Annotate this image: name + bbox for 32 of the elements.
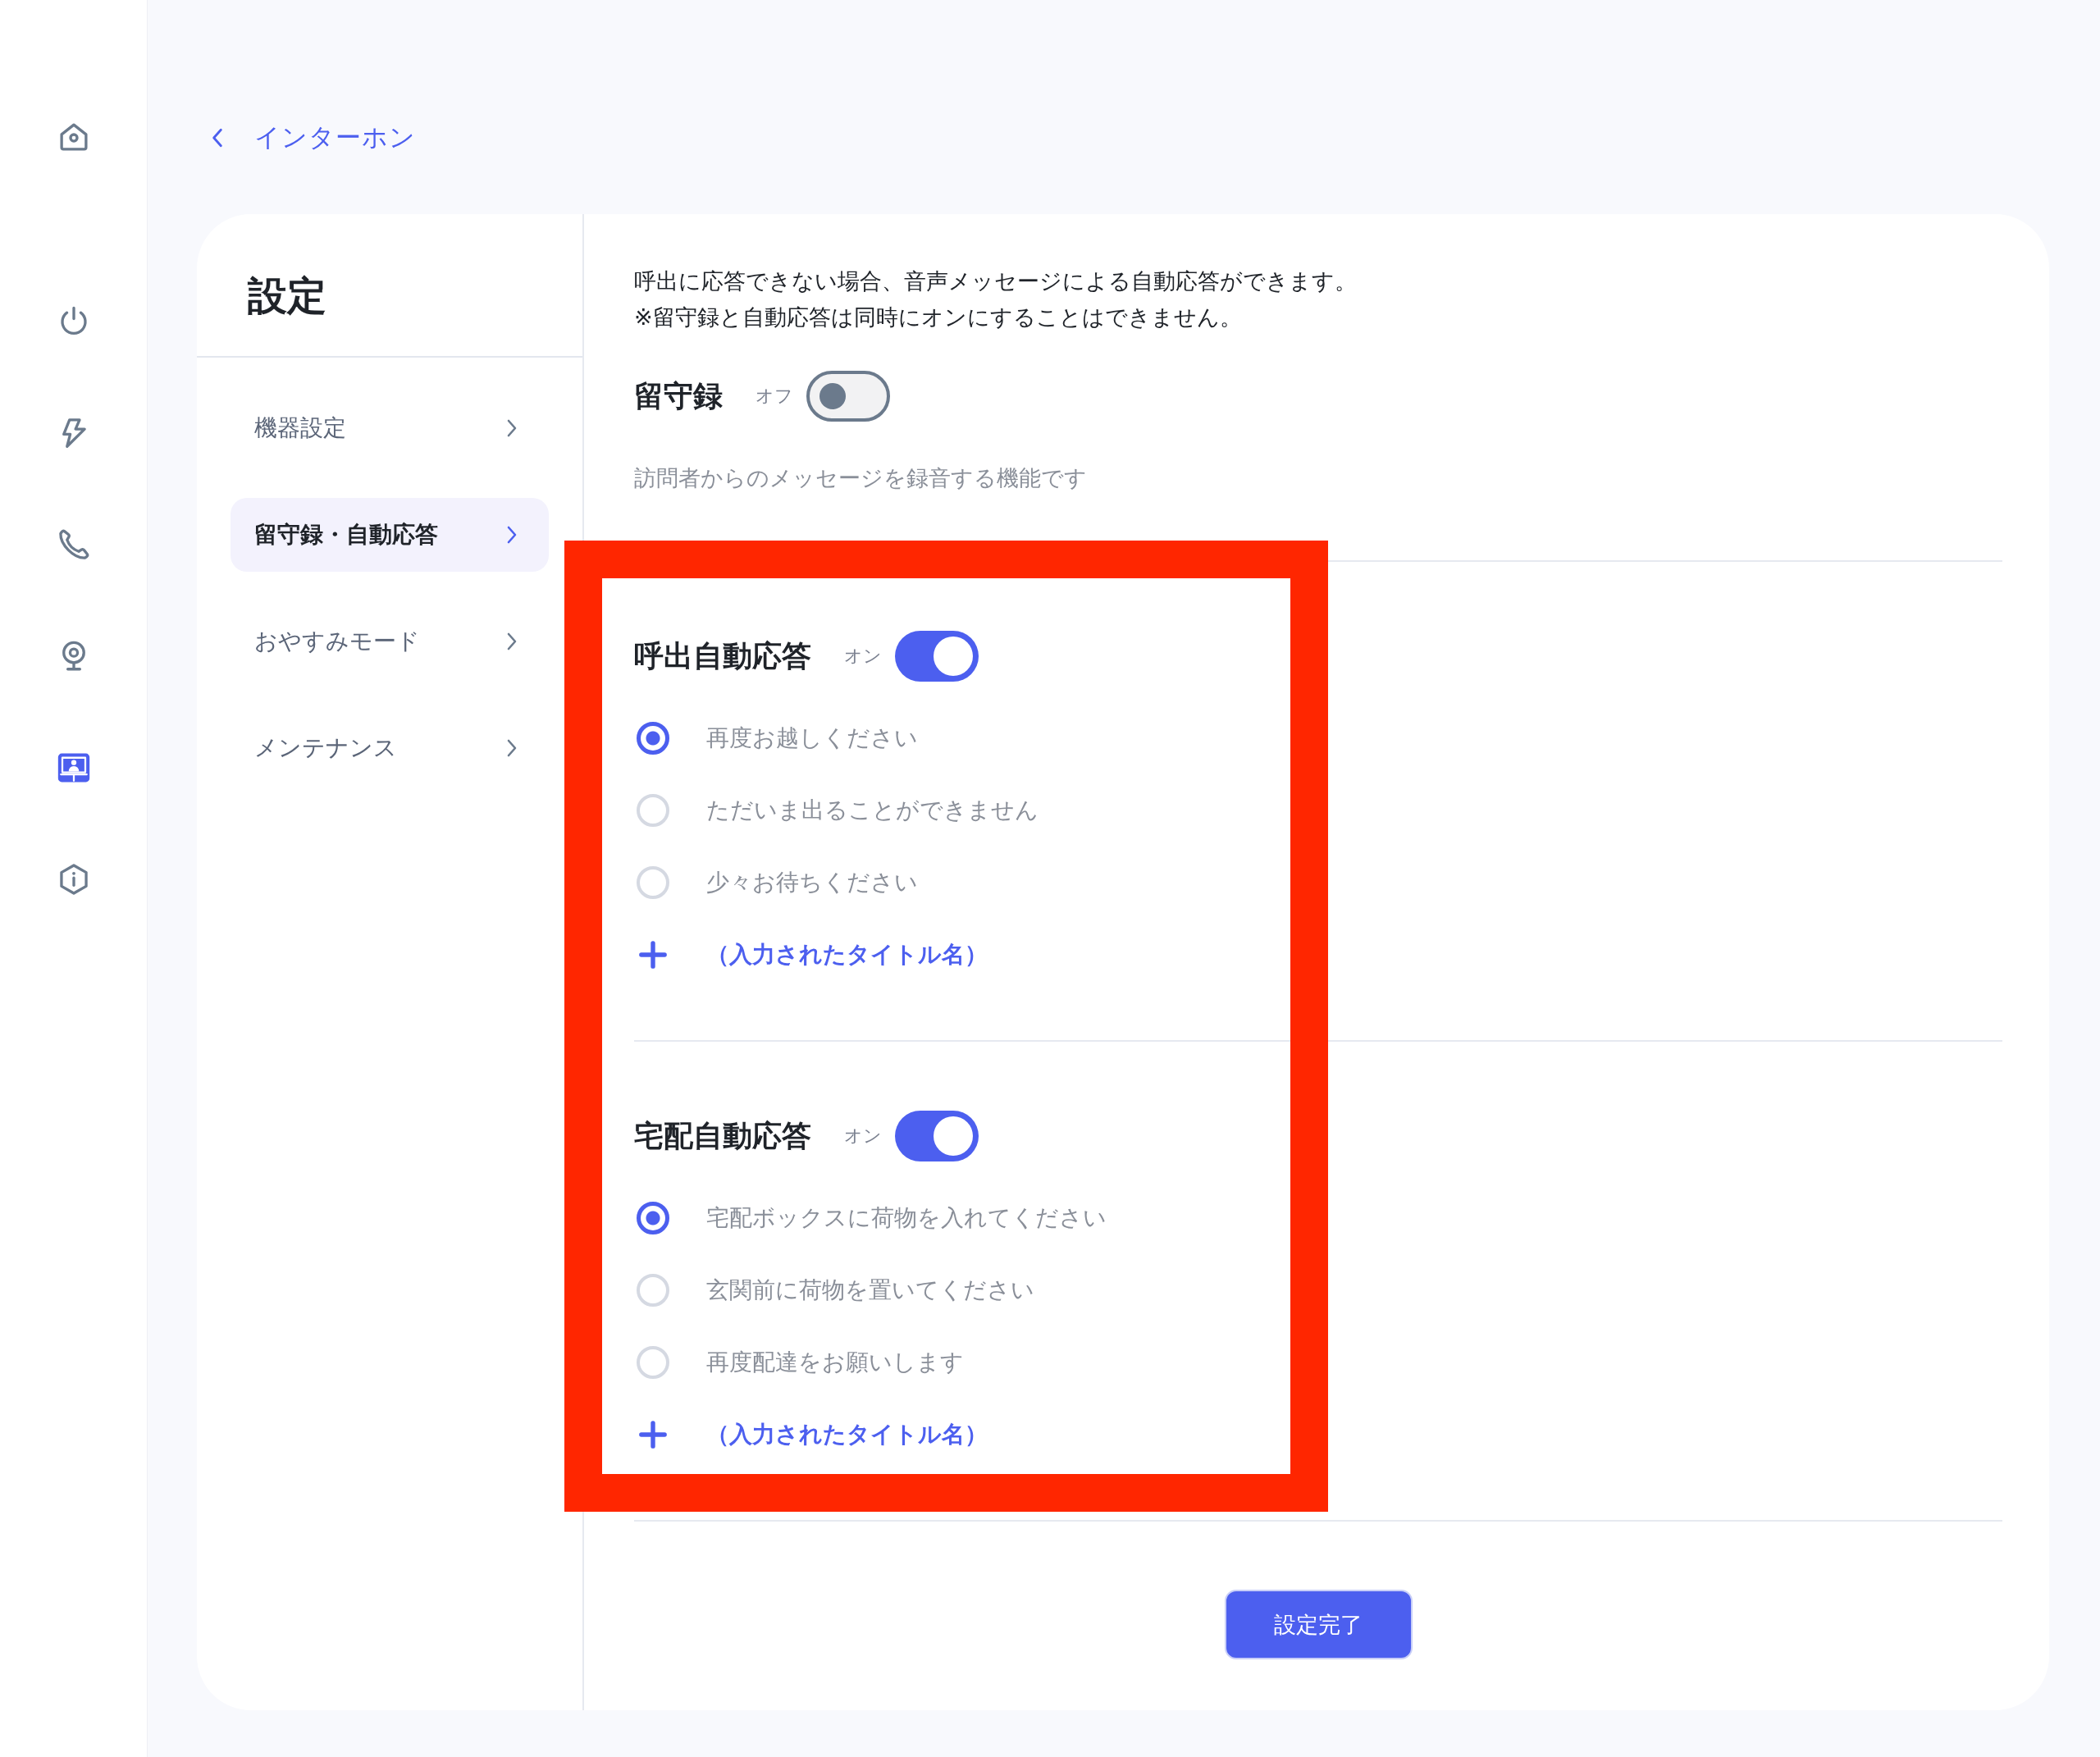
settings-menu-item[interactable]: 留守録・自動応答 (231, 498, 549, 572)
option-label: 玄関前に荷物を置いてください (706, 1276, 1034, 1304)
radio-button[interactable] (637, 722, 669, 755)
radio-button[interactable] (637, 1202, 669, 1234)
helper-text: 訪問者からのメッセージを録音する機能です (634, 465, 1088, 492)
chevron-right-icon (506, 738, 518, 758)
plus-icon[interactable] (639, 941, 667, 969)
toggle-state-label: オフ (756, 385, 793, 408)
chevron-right-icon (506, 418, 518, 438)
chevron-right-icon (506, 632, 518, 651)
settings-menu-item[interactable]: おやすみモード (231, 605, 549, 678)
option-label: 再度配達をお願いします (706, 1349, 964, 1376)
submit-button[interactable]: 設定完了 (1224, 1590, 1413, 1659)
chevron-right-icon (506, 525, 518, 545)
back-link[interactable]: インターホン (197, 121, 416, 155)
section-title: 呼出自動応答 (634, 637, 811, 674)
toggle-state-label: オン (844, 1125, 882, 1148)
plus-icon[interactable] (639, 1421, 667, 1449)
toggle-state-label: オン (844, 645, 882, 668)
section-title: 宅配自動応答 (634, 1117, 811, 1154)
section-title: 留守録 (634, 377, 723, 414)
chevron-left-icon (211, 127, 224, 148)
settings-menu-item[interactable]: 機器設定 (231, 391, 549, 465)
option-label: 再度お越しください (706, 724, 918, 752)
option-label: ただいま出ることができません (706, 796, 1039, 824)
settings-menu-item[interactable]: メンテナンス (231, 711, 549, 785)
custom-option-link[interactable]: （入力されたタイトル名） (706, 939, 988, 970)
page-title: 設定 (248, 272, 326, 319)
option-label: 宅配ボックスに荷物を入れてください (706, 1204, 1107, 1232)
custom-option-link[interactable]: （入力されたタイトル名） (706, 1419, 988, 1450)
option-label: 少々お待ちください (706, 869, 918, 897)
description-text: 呼出に応答できない場合、音声メッセージによる自動応答ができます。 ※留守録と自動応答は同時にオンにすることはできません。 (634, 268, 1358, 331)
